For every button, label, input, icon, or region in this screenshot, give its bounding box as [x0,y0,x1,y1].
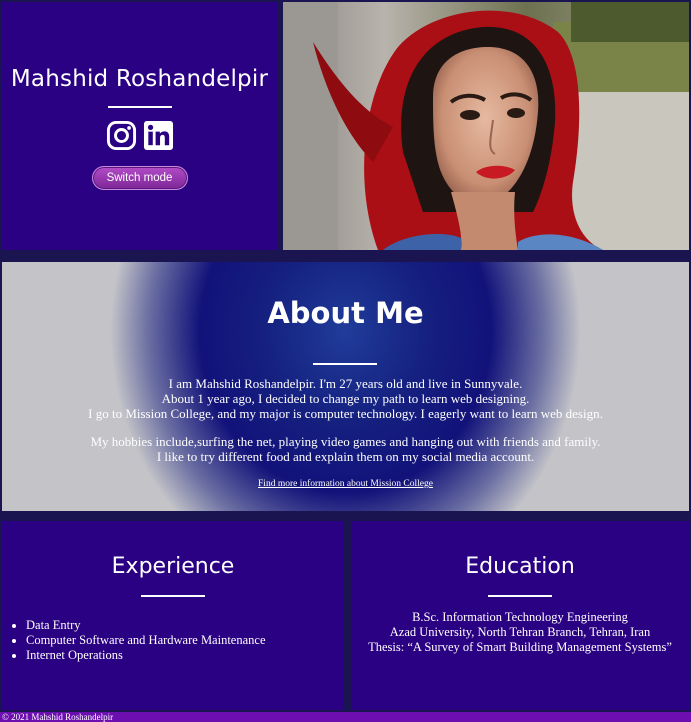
about-paragraph-2: My hobbies include,surfing the net, play… [2,434,689,464]
university-line: Azad University, North Tehran Branch, Te… [389,625,651,639]
education-details: B.Sc. Information Technology Engineering… [351,610,689,655]
education-divider [488,595,552,597]
about-line: I like to try different food and explain… [156,449,535,464]
about-line: My hobbies include,surfing the net, play… [90,434,601,449]
degree-line: B.Sc. Information Technology Engineering [412,610,628,624]
experience-list: Data Entry Computer Software and Hardwar… [2,618,266,663]
education-section: Education B.Sc. Information Technology E… [351,521,689,710]
list-item: Data Entry [26,618,266,633]
linkedin-icon [143,120,173,151]
list-item: Internet Operations [26,648,266,663]
about-line: I go to Mission College, and my major is… [88,406,603,421]
mission-college-link[interactable]: Find more information about Mission Coll… [2,479,689,489]
switch-mode-button[interactable]: Switch mode [91,166,188,190]
experience-section: Experience Data Entry Computer Software … [2,521,344,710]
about-body: I am Mahshid Roshandelpir. I'm 27 years … [2,376,689,477]
education-title: Education [465,554,575,579]
experience-divider [141,595,205,597]
social-links [106,120,174,151]
about-section: About Me I am Mahshid Roshandelpir. I'm … [2,262,689,511]
footer: © 2021 Mahshid Roshandelpir [0,712,691,722]
thesis-line: Thesis: “A Survey of Smart Building Mana… [368,640,672,654]
about-title: About Me [267,296,424,330]
instagram-link[interactable] [106,120,137,151]
profile-name: Mahshid Roshandelpir [10,66,269,92]
about-paragraph-1: I am Mahshid Roshandelpir. I'm 27 years … [2,376,689,421]
profile-photo [283,2,689,250]
linkedin-link[interactable] [143,120,174,151]
instagram-icon [106,120,136,151]
experience-title: Experience [111,554,235,579]
profile-header: Mahshid Roshandelpir Switch mode [2,2,277,250]
about-line: I am Mahshid Roshandelpir. I'm 27 years … [168,376,523,391]
name-divider [107,106,172,108]
list-item: Computer Software and Hardware Maintenan… [26,633,266,648]
about-divider [313,363,377,365]
about-line: About 1 year ago, I decided to change my… [161,391,530,406]
